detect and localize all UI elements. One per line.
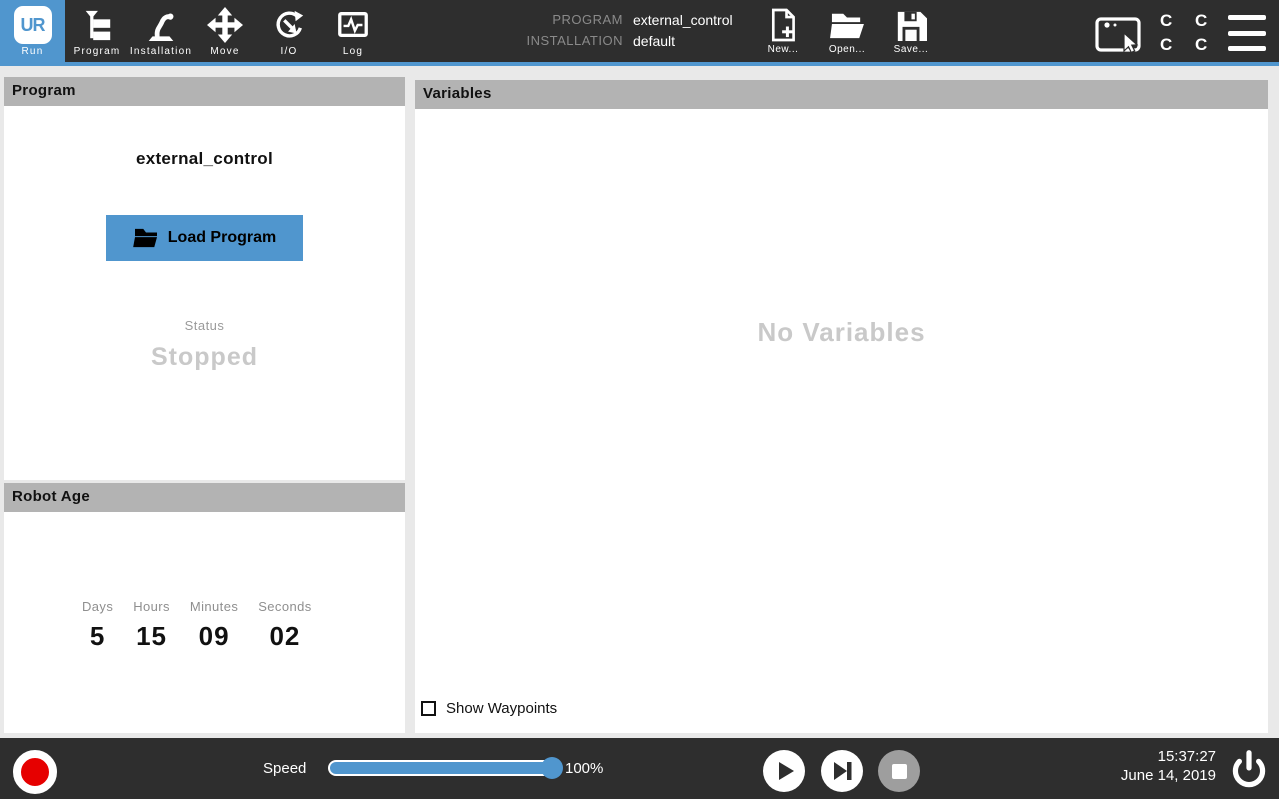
program-tree-icon — [77, 5, 117, 45]
clock-date: June 14, 2019 — [1040, 766, 1216, 785]
program-panel: Program external_control Load Program St… — [4, 77, 405, 480]
new-button[interactable]: New... — [758, 6, 808, 60]
tab-log[interactable]: Log — [321, 0, 385, 62]
age-minutes-value: 09 — [199, 621, 230, 652]
clock: 15:37:27 June 14, 2019 — [1040, 747, 1216, 785]
speed-slider[interactable] — [328, 760, 558, 776]
open-button-label: Open... — [829, 44, 865, 55]
hamburger-menu-icon[interactable] — [1228, 15, 1268, 51]
show-waypoints-checkbox[interactable] — [421, 701, 436, 716]
variables-panel-title: Variables — [415, 80, 1268, 109]
io-cycle-icon — [269, 5, 309, 45]
tab-move[interactable]: Move — [193, 0, 257, 62]
tab-log-label: Log — [343, 46, 363, 57]
new-file-icon — [768, 6, 798, 44]
speed-value: 100% — [565, 760, 603, 777]
stop-icon — [892, 764, 907, 779]
log-monitor-icon — [333, 5, 373, 45]
power-icon — [1226, 748, 1272, 794]
robot-age-panel-title: Robot Age — [4, 483, 405, 512]
tab-program[interactable]: Program — [65, 0, 129, 62]
robot-arm-icon — [141, 5, 181, 45]
speed-label: Speed — [263, 760, 306, 777]
show-waypoints-label: Show Waypoints — [446, 700, 557, 717]
tab-installation-label: Installation — [130, 46, 192, 57]
loaded-file-info: PROGRAM external_control INSTALLATION de… — [470, 12, 733, 49]
robot-age-panel: Robot Age Days 5 Hours 15 Minutes 09 Sec… — [4, 483, 405, 733]
new-button-label: New... — [768, 44, 799, 55]
age-hours-label: Hours — [133, 599, 170, 614]
cc-row-bottom: C C — [1160, 33, 1216, 57]
ur-logo-icon: UR — [13, 5, 53, 45]
robot-age-counters: Days 5 Hours 15 Minutes 09 Seconds 02 — [4, 512, 405, 652]
speed-slider-thumb[interactable] — [541, 757, 563, 779]
age-seconds-value: 02 — [269, 621, 300, 652]
loaded-program-name: external_control — [136, 149, 273, 169]
main-tabs: UR Run Program — [0, 0, 385, 62]
program-panel-title: Program — [4, 77, 405, 106]
power-button[interactable] — [1226, 748, 1272, 794]
load-program-button-label: Load Program — [168, 229, 276, 247]
program-panel-body: external_control Load Program Status Sto… — [4, 106, 405, 372]
installation-label: INSTALLATION — [470, 33, 623, 49]
age-seconds: Seconds 02 — [258, 599, 311, 652]
variables-panel: Variables No Variables Show Waypoints — [415, 80, 1268, 733]
stop-button[interactable] — [878, 750, 920, 792]
load-folder-icon — [133, 227, 159, 249]
record-red-icon[interactable] — [13, 750, 57, 794]
play-icon — [763, 750, 805, 792]
top-bar: UR Run Program — [0, 0, 1279, 66]
variables-panel-body: No Variables Show Waypoints — [415, 109, 1268, 732]
cc-row-top: C C — [1160, 9, 1216, 33]
program-label: PROGRAM — [470, 12, 623, 28]
tab-io-label: I/O — [281, 46, 298, 57]
open-button[interactable]: Open... — [822, 6, 872, 60]
age-minutes: Minutes 09 — [190, 599, 238, 652]
no-variables-text: No Variables — [415, 317, 1268, 348]
save-button[interactable]: Save... — [886, 6, 936, 60]
play-button[interactable] — [763, 750, 805, 792]
age-days: Days 5 — [82, 599, 113, 652]
tab-installation[interactable]: Installation — [129, 0, 193, 62]
tab-program-label: Program — [74, 46, 121, 57]
load-program-button[interactable]: Load Program — [106, 215, 303, 261]
save-button-label: Save... — [894, 44, 929, 55]
status-label: Status — [185, 318, 225, 333]
clock-time: 15:37:27 — [1040, 747, 1216, 766]
installation-value: default — [633, 33, 733, 49]
move-cross-icon — [205, 5, 245, 45]
open-folder-icon — [829, 6, 865, 44]
status-value: Stopped — [151, 343, 258, 372]
age-minutes-label: Minutes — [190, 599, 238, 614]
program-value: external_control — [633, 12, 733, 28]
status-cc-indicator: C C C C — [1160, 9, 1216, 57]
age-hours-value: 15 — [136, 621, 167, 652]
show-waypoints-toggle[interactable]: Show Waypoints — [421, 700, 557, 717]
tab-run[interactable]: UR Run — [0, 0, 65, 62]
age-seconds-label: Seconds — [258, 599, 311, 614]
speed-slider-fill — [330, 762, 556, 774]
file-actions: New... Open... — [758, 6, 936, 60]
polyscope-app: UR Run Program — [0, 0, 1279, 799]
tab-move-label: Move — [210, 46, 239, 57]
tab-run-label: Run — [22, 46, 44, 57]
age-days-value: 5 — [90, 621, 105, 652]
step-icon — [821, 750, 863, 792]
step-button[interactable] — [821, 750, 863, 792]
age-days-label: Days — [82, 599, 113, 614]
age-hours: Hours 15 — [133, 599, 170, 652]
tab-io[interactable]: I/O — [257, 0, 321, 62]
save-floppy-icon — [895, 6, 927, 44]
simulation-toggle[interactable] — [1094, 12, 1144, 61]
